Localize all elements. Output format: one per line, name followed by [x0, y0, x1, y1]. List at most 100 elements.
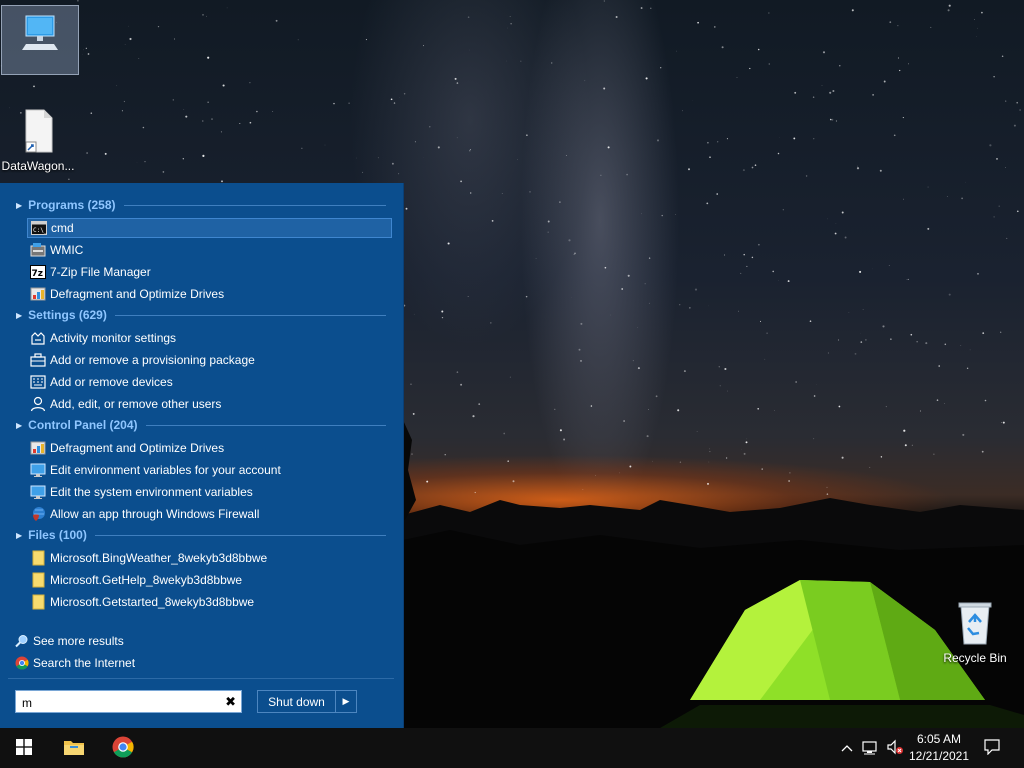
section-header-settings[interactable]: ▶ Settings (629): [16, 306, 386, 324]
firewall-icon: [30, 506, 46, 522]
item-label: Allow an app through Windows Firewall: [50, 507, 260, 521]
user-icon: [30, 396, 46, 412]
item-label: Edit the system environment variables: [50, 485, 253, 499]
result-item-activity-monitor[interactable]: Activity monitor settings: [27, 328, 392, 348]
desktop-icon-datawagon[interactable]: DataWagon...: [0, 108, 76, 173]
item-label: Defragment and Optimize Drives: [50, 441, 225, 455]
start-button[interactable]: [0, 728, 48, 768]
divider: [114, 314, 386, 316]
search-internet-label: Search the Internet: [33, 656, 136, 670]
divider: [123, 204, 386, 206]
recycle-bin-icon: [937, 600, 1013, 649]
folder-icon: [30, 572, 46, 588]
keyboard-icon: [30, 374, 46, 390]
section-label: Files (100): [28, 528, 87, 542]
taskbar-chrome[interactable]: [99, 728, 147, 768]
divider: [94, 534, 386, 536]
result-item-provisioning[interactable]: Add or remove a provisioning package: [27, 350, 392, 370]
svg-text:7z: 7z: [32, 269, 44, 279]
wmic-icon: [30, 242, 46, 258]
shutdown-button-group: Shut down ▶: [257, 690, 357, 713]
result-item-defrag-cp[interactable]: Defragment and Optimize Drives: [27, 438, 392, 458]
item-label: Microsoft.Getstarted_8wekyb3d8bbwe: [50, 595, 255, 609]
cmd-icon: C:\_: [31, 220, 47, 236]
item-label: Activity monitor settings: [50, 331, 177, 345]
see-more-results-link[interactable]: See more results: [14, 631, 124, 651]
expand-triangle-icon: ▶: [16, 200, 23, 210]
search-internet-link[interactable]: Search the Internet: [14, 653, 135, 673]
result-item-cmd[interactable]: C:\_ cmd: [27, 218, 392, 238]
monitor-icon: [30, 462, 46, 478]
result-item-users[interactable]: Add, edit, or remove other users: [27, 394, 392, 414]
item-label: 7-Zip File Manager: [50, 265, 151, 279]
monitor-icon: [30, 484, 46, 500]
result-item-file-gethelp[interactable]: Microsoft.GetHelp_8wekyb3d8bbwe: [27, 570, 392, 590]
show-hidden-icons-button[interactable]: [836, 728, 858, 768]
section-label: Settings (629): [28, 308, 107, 322]
divider: [8, 678, 394, 679]
clock-time: 6:05 AM: [916, 732, 962, 746]
item-label: cmd: [51, 221, 74, 235]
section-label: Programs (258): [28, 198, 116, 212]
activity-monitor-icon: [30, 330, 46, 346]
result-item-env-account[interactable]: Edit environment variables for your acco…: [27, 460, 392, 480]
clock-date: 12/21/2021: [908, 749, 970, 763]
file-explorer-icon: [63, 738, 85, 759]
item-label: Add or remove a provisioning package: [50, 353, 255, 367]
result-item-7zip[interactable]: 7z 7-Zip File Manager: [27, 262, 392, 282]
action-center-button[interactable]: [980, 728, 1004, 768]
result-item-devices[interactable]: Add or remove devices: [27, 372, 392, 392]
item-label: Defragment and Optimize Drives: [50, 287, 225, 301]
taskbar-file-explorer[interactable]: [50, 728, 98, 768]
section-header-programs[interactable]: ▶ Programs (258): [16, 196, 386, 214]
svg-text:C:\_: C:\_: [33, 227, 47, 234]
item-label: Add, edit, or remove other users: [50, 397, 222, 411]
see-more-label: See more results: [33, 634, 124, 648]
this-pc-icon: [2, 12, 78, 57]
desktop-icon-this-pc[interactable]: [1, 5, 79, 75]
search-icon: [14, 633, 30, 649]
file-shortcut-icon: [0, 108, 76, 157]
windows-logo-icon: [16, 738, 32, 758]
start-menu: ▶ Programs (258) C:\_ cmd WMIC 7z 7-Zip …: [0, 183, 404, 728]
expand-triangle-icon: ▶: [16, 310, 23, 320]
taskbar-clock[interactable]: 6:05 AM 12/21/2021: [902, 731, 976, 765]
folder-icon: [30, 594, 46, 610]
chrome-icon: [14, 655, 30, 671]
result-item-firewall[interactable]: Allow an app through Windows Firewall: [27, 504, 392, 524]
network-status-button[interactable]: [860, 728, 882, 768]
divider: [145, 424, 386, 426]
expand-triangle-icon: ▶: [16, 530, 23, 540]
desktop-icon-label: Recycle Bin: [943, 651, 1007, 665]
shutdown-options-arrow-icon[interactable]: ▶: [336, 691, 356, 712]
item-label: Add or remove devices: [50, 375, 173, 389]
result-item-file-getstarted[interactable]: Microsoft.Getstarted_8wekyb3d8bbwe: [27, 592, 392, 612]
chevron-up-icon: [841, 741, 853, 755]
item-label: Microsoft.GetHelp_8wekyb3d8bbwe: [50, 573, 243, 587]
network-icon: [862, 739, 880, 758]
section-label: Control Panel (204): [28, 418, 138, 432]
folder-icon: [30, 550, 46, 566]
notification-icon: [984, 738, 1000, 758]
chrome-icon: [112, 736, 134, 761]
result-item-file-bingweather[interactable]: Microsoft.BingWeather_8wekyb3d8bbwe: [27, 548, 392, 568]
defrag-icon: [30, 440, 46, 456]
search-box[interactable]: ✖: [15, 690, 242, 713]
defrag-icon: [30, 286, 46, 302]
item-label: Microsoft.BingWeather_8wekyb3d8bbwe: [50, 551, 268, 565]
expand-triangle-icon: ▶: [16, 420, 23, 430]
item-label: WMIC: [50, 243, 84, 257]
section-header-files[interactable]: ▶ Files (100): [16, 526, 386, 544]
shutdown-button[interactable]: Shut down: [258, 691, 336, 712]
clear-search-icon[interactable]: ✖: [225, 694, 236, 710]
search-input[interactable]: [20, 692, 219, 713]
item-label: Edit environment variables for your acco…: [50, 463, 281, 477]
section-header-control-panel[interactable]: ▶ Control Panel (204): [16, 416, 386, 434]
result-item-defrag[interactable]: Defragment and Optimize Drives: [27, 284, 392, 304]
briefcase-icon: [30, 352, 46, 368]
result-item-env-system[interactable]: Edit the system environment variables: [27, 482, 392, 502]
taskbar: 6:05 AM 12/21/2021: [0, 728, 1024, 768]
desktop-icon-label: DataWagon...: [1, 159, 75, 173]
desktop-icon-recycle-bin[interactable]: Recycle Bin: [937, 600, 1013, 665]
result-item-wmic[interactable]: WMIC: [27, 240, 392, 260]
